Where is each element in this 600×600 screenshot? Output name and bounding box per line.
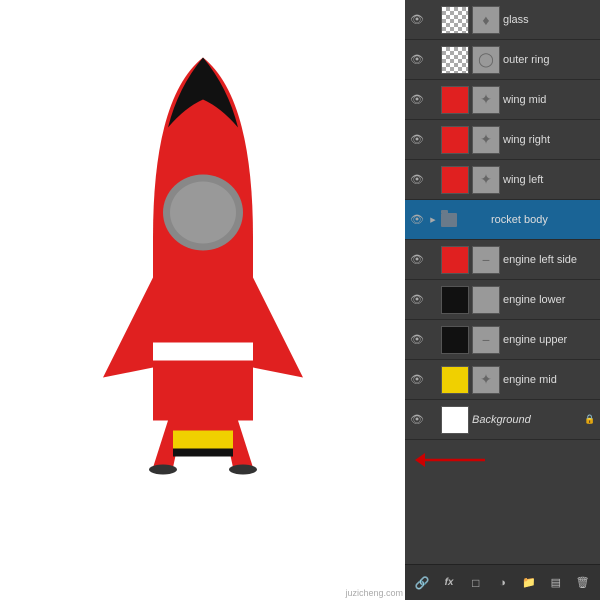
layer-visibility-rocket-body[interactable]: 👁	[409, 212, 425, 228]
layer-thumb-color-engine-upper	[441, 326, 469, 354]
layer-row-glass[interactable]: 👁 ♦glass	[405, 0, 600, 40]
layer-thumb-color-wing-right	[441, 126, 469, 154]
layer-name-engine-lower: engine lower	[503, 294, 596, 306]
layer-thumb-preview-engine-mid: ✦	[472, 366, 500, 394]
layer-lock-background: 🔒	[584, 414, 596, 426]
rocket-illustration	[73, 38, 333, 563]
layer-name-wing-right: wing right	[503, 134, 596, 146]
layer-row-engine-upper[interactable]: 👁 −engine upper	[405, 320, 600, 360]
layer-name-engine-mid: engine mid	[503, 374, 596, 386]
layer-thumb-color-engine-left-side	[441, 246, 469, 274]
layer-visibility-wing-right[interactable]: 👁	[409, 132, 425, 148]
layer-thumb-color-outer-ring	[441, 46, 469, 74]
layer-thumb-color-wing-left	[441, 166, 469, 194]
layer-thumb-preview-engine-left-side: −	[472, 246, 500, 274]
canvas-area: juzicheng.com	[0, 0, 405, 600]
layer-name-wing-left: wing left	[503, 174, 596, 186]
layer-thumb-preview-wing-right: ✦	[472, 126, 500, 154]
layer-expand-rocket-body[interactable]: ▶	[428, 212, 438, 228]
layer-thumb-color-wing-mid	[441, 86, 469, 114]
layer-visibility-engine-mid[interactable]: 👁	[409, 372, 425, 388]
layer-name-engine-left-side: engine left side	[503, 254, 596, 266]
delete-layer-button[interactable]: 🗑	[572, 572, 594, 594]
layer-thumb-preview-glass: ♦	[472, 6, 500, 34]
layer-visibility-glass[interactable]: 👁	[409, 12, 425, 28]
layer-name-engine-upper: engine upper	[503, 334, 596, 346]
layer-visibility-engine-lower[interactable]: 👁	[409, 292, 425, 308]
layer-thumb-preview-wing-left: ✦	[472, 166, 500, 194]
watermark: juzicheng.com	[345, 588, 403, 598]
panel-toolbar: 🔗 fx □ ◑ 📁 ▤ 🗑	[405, 564, 600, 600]
layer-visibility-wing-left[interactable]: 👁	[409, 172, 425, 188]
adjustment-button[interactable]: ◑	[491, 572, 513, 594]
new-layer-button[interactable]: ▤	[545, 572, 567, 594]
layer-visibility-engine-upper[interactable]: 👁	[409, 332, 425, 348]
layer-visibility-outer-ring[interactable]: 👁	[409, 52, 425, 68]
layer-row-wing-mid[interactable]: 👁 ✦wing mid	[405, 80, 600, 120]
layer-row-wing-right[interactable]: 👁 ✦wing right	[405, 120, 600, 160]
layer-row-outer-ring[interactable]: 👁 ◯outer ring	[405, 40, 600, 80]
layer-row-wing-left[interactable]: 👁 ✦wing left	[405, 160, 600, 200]
layer-name-background: Background	[472, 414, 581, 426]
new-fill-button[interactable]: □	[465, 572, 487, 594]
layer-visibility-wing-mid[interactable]: 👁	[409, 92, 425, 108]
layer-row-rocket-body[interactable]: 👁▶ rocket body	[405, 200, 600, 240]
layer-thumb-preview-engine-upper: −	[472, 326, 500, 354]
layers-panel: 👁♦glass👁◯outer ring👁✦wing mid👁✦wing righ…	[405, 0, 600, 600]
layer-visibility-engine-left-side[interactable]: 👁	[409, 252, 425, 268]
layers-list: 👁♦glass👁◯outer ring👁✦wing mid👁✦wing righ…	[405, 0, 600, 564]
layer-name-glass: glass	[503, 14, 596, 26]
layer-row-engine-left-side[interactable]: 👁 −engine left side	[405, 240, 600, 280]
layer-name-wing-mid: wing mid	[503, 94, 596, 106]
layer-thumb-color-engine-mid	[441, 366, 469, 394]
link-button[interactable]: 🔗	[411, 572, 433, 594]
layer-row-background[interactable]: 👁 Background🔒	[405, 400, 600, 440]
fx-button[interactable]: fx	[438, 572, 460, 594]
layer-row-engine-mid[interactable]: 👁 ✦engine mid	[405, 360, 600, 400]
folder-icon-rocket-body	[441, 213, 457, 227]
layer-row-engine-lower[interactable]: 👁 engine lower	[405, 280, 600, 320]
layer-thumb-preview-wing-mid: ✦	[472, 86, 500, 114]
new-group-button[interactable]: 📁	[518, 572, 540, 594]
layer-visibility-background[interactable]: 👁	[409, 412, 425, 428]
layer-thumb-color-background	[441, 406, 469, 434]
layer-name-rocket-body: rocket body	[491, 214, 596, 226]
layer-name-outer-ring: outer ring	[503, 54, 596, 66]
layer-thumb-color-glass	[441, 6, 469, 34]
layer-thumb-preview-engine-lower	[472, 286, 500, 314]
layer-thumb-preview-outer-ring: ◯	[472, 46, 500, 74]
layer-thumb-color-engine-lower	[441, 286, 469, 314]
